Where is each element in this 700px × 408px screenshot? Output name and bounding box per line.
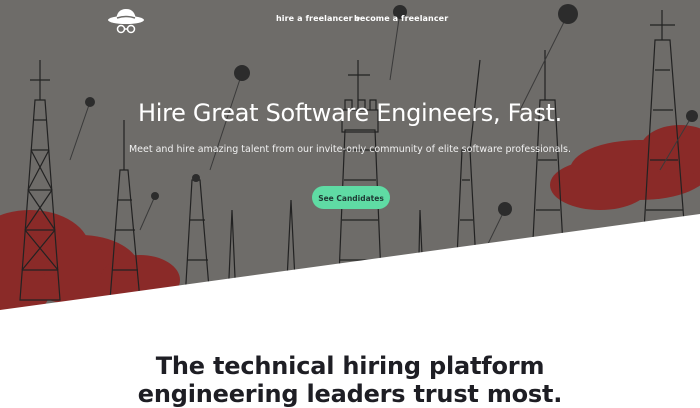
- nav-become-label: become a freelancer: [354, 14, 449, 23]
- cowboy-hat-logo-icon[interactable]: [106, 5, 146, 35]
- hero-title: Hire Great Software Engineers, Fast.: [137, 99, 563, 127]
- section-title-line-2: engineering leaders trust most.: [137, 380, 563, 408]
- see-candidates-button[interactable]: See Candidates: [312, 186, 390, 209]
- hero-background-illustration: [0, 0, 700, 310]
- nav-hire-a-freelancer[interactable]: hire a freelancer ▼: [276, 14, 360, 23]
- section-title-line-1: The technical hiring platform: [155, 352, 545, 380]
- top-navigation: hire a freelancer ▼ become a freelancer: [0, 0, 700, 40]
- hero-section: hire a freelancer ▼ become a freelancer H…: [0, 0, 700, 310]
- section-title: The technical hiring platform engineerin…: [0, 352, 700, 408]
- hero-subtitle: Meet and hire amazing talent from our in…: [128, 144, 572, 155]
- nav-become-a-freelancer[interactable]: become a freelancer: [354, 14, 448, 23]
- nav-hire-label: hire a freelancer: [276, 14, 353, 23]
